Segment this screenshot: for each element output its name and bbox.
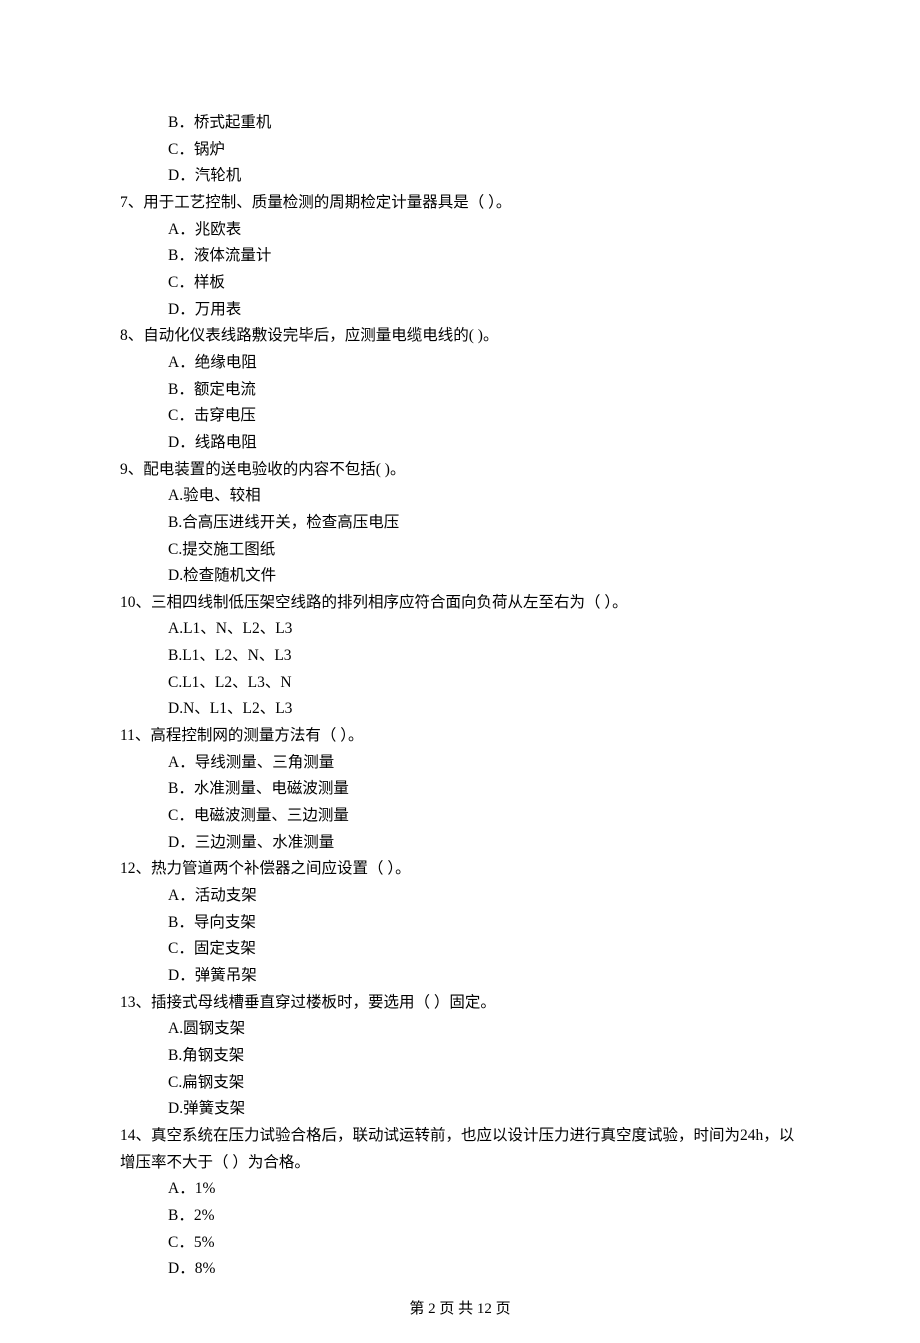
option: D.检查随机文件: [120, 563, 800, 590]
option: A.验电、较相: [120, 483, 800, 510]
option: B．水准测量、电磁波测量: [120, 776, 800, 803]
option: C．电磁波测量、三边测量: [120, 803, 800, 830]
option: D．汽轮机: [120, 163, 800, 190]
option: D．线路电阻: [120, 430, 800, 457]
option: A.L1、N、L2、L3: [120, 616, 800, 643]
page-footer: 第 2 页 共 12 页: [0, 1297, 920, 1323]
question-stem: 10、三相四线制低压架空线路的排列相序应符合面向负荷从左至右为（ ）。: [120, 590, 800, 617]
option: B.合高压进线开关，检查高压电压: [120, 510, 800, 537]
option: B.L1、L2、N、L3: [120, 643, 800, 670]
option: D．三边测量、水准测量: [120, 830, 800, 857]
option: C.扁钢支架: [120, 1070, 800, 1097]
option: D.弹簧支架: [120, 1096, 800, 1123]
page: B．桥式起重机 C．锅炉 D．汽轮机 7、用于工艺控制、质量检测的周期检定计量器…: [0, 0, 920, 1343]
option: A．导线测量、三角测量: [120, 750, 800, 777]
option: D．弹簧吊架: [120, 963, 800, 990]
question-stem: 9、配电装置的送电验收的内容不包括( )。: [120, 457, 800, 484]
option: D.N、L1、L2、L3: [120, 696, 800, 723]
option: B．额定电流: [120, 377, 800, 404]
option: A．活动支架: [120, 883, 800, 910]
option: A．兆欧表: [120, 217, 800, 244]
option: C．击穿电压: [120, 403, 800, 430]
option: C．锅炉: [120, 137, 800, 164]
question-stem: 12、热力管道两个补偿器之间应设置（ ）。: [120, 856, 800, 883]
option: A．绝缘电阻: [120, 350, 800, 377]
option: B.角钢支架: [120, 1043, 800, 1070]
option: A.圆钢支架: [120, 1016, 800, 1043]
option: B．2%: [120, 1203, 800, 1230]
option: C．5%: [120, 1230, 800, 1257]
question-stem: 7、用于工艺控制、质量检测的周期检定计量器具是（ ）。: [120, 190, 800, 217]
option: B．桥式起重机: [120, 110, 800, 137]
option: D．8%: [120, 1256, 800, 1283]
option: C.提交施工图纸: [120, 537, 800, 564]
option: A．1%: [120, 1176, 800, 1203]
option: C．样板: [120, 270, 800, 297]
option: C．固定支架: [120, 936, 800, 963]
question-stem: 11、高程控制网的测量方法有（ ）。: [120, 723, 800, 750]
question-stem: 14、真空系统在压力试验合格后，联动试运转前，也应以设计压力进行真空度试验，时间…: [120, 1123, 800, 1176]
question-stem: 8、自动化仪表线路敷设完毕后，应测量电缆电线的( )。: [120, 323, 800, 350]
option: C.L1、L2、L3、N: [120, 670, 800, 697]
question-stem: 13、插接式母线槽垂直穿过楼板时，要选用（ ）固定。: [120, 990, 800, 1017]
option: D．万用表: [120, 297, 800, 324]
option: B．液体流量计: [120, 243, 800, 270]
option: B．导向支架: [120, 910, 800, 937]
